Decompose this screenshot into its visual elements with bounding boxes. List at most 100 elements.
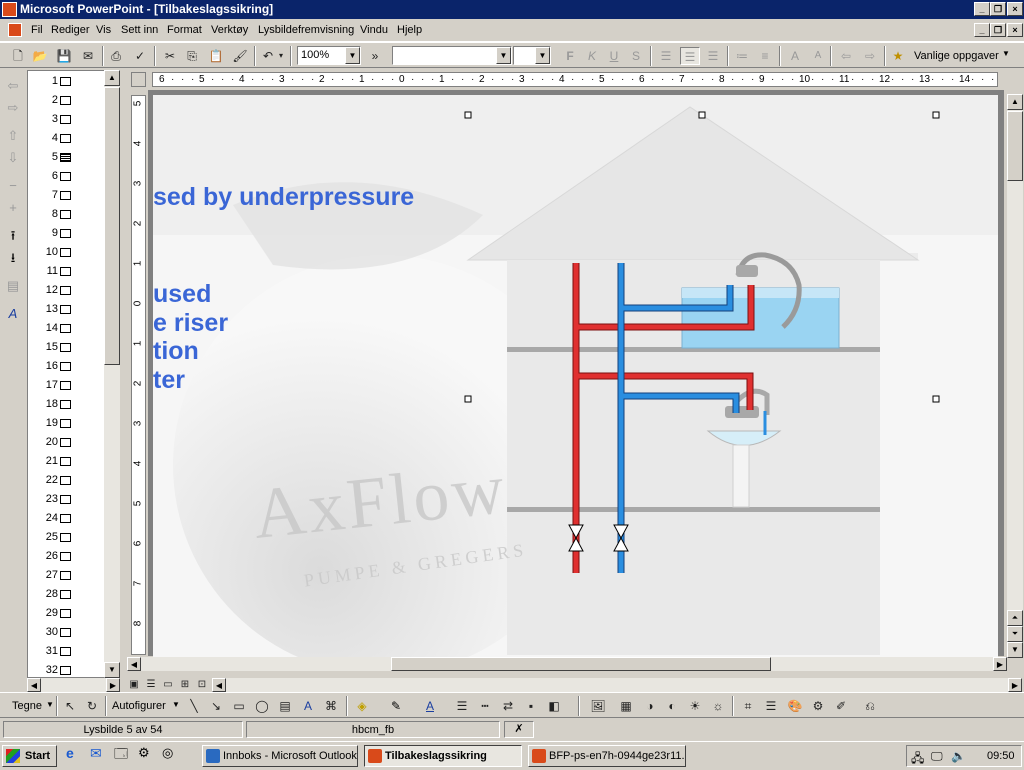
font-name-dropdown-icon[interactable]: ▼ (496, 47, 511, 64)
outline-slide-row[interactable]: 11 (28, 263, 108, 282)
menu-window[interactable]: Vindu (360, 24, 388, 36)
slide-scroll-thumb[interactable] (1007, 111, 1023, 181)
promote-icon[interactable]: ⇦ (3, 76, 23, 96)
slide-view-icon[interactable]: ▭ (160, 678, 176, 692)
slide-icon[interactable] (60, 647, 71, 656)
arrow-icon[interactable]: ↘ (206, 697, 226, 715)
move-up-icon[interactable]: ⇧ (3, 126, 23, 146)
horizontal-ruler[interactable]: 6 · · · 5 · · · 4 · · · 3 · · · 2 · · · 1 · · · 0 · · · 1 · · · 2 · · · 3 · · ·… (152, 72, 998, 87)
outlook-quicklaunch-icon[interactable]: ✉ (90, 745, 110, 767)
move-down-icon[interactable]: ⇩ (3, 148, 23, 168)
outline-slide-row[interactable]: 32 (28, 662, 108, 677)
autoshapes-menu[interactable]: Autofigurer (112, 700, 166, 712)
arrow-style-icon[interactable]: ⇄ (498, 697, 518, 715)
picture-line-style-icon[interactable]: ☰ (761, 697, 781, 715)
outline-slide-row[interactable]: 30 (28, 624, 108, 643)
dash-style-icon[interactable]: ┅ (475, 697, 495, 715)
decrease-font-icon[interactable]: A (808, 47, 828, 65)
format-picture-icon[interactable]: ⚙ (808, 697, 828, 715)
scroll-down-icon[interactable]: ▼ (104, 662, 120, 678)
new-icon[interactable]: 🗋 (8, 47, 28, 65)
slide-icon[interactable] (60, 229, 71, 238)
slide-scroll-up-icon[interactable]: ▲ (1007, 94, 1023, 110)
slide-icon[interactable] (60, 134, 71, 143)
tray-monitor-icon[interactable]: 🖵 (931, 749, 943, 764)
wordart-icon[interactable]: A (298, 697, 318, 715)
font-size-combo[interactable]: ▼ (513, 46, 551, 65)
bold-icon[interactable]: F (560, 47, 580, 65)
outline-slide-row[interactable]: 7 (28, 187, 108, 206)
slide-icon[interactable] (60, 248, 71, 257)
outline-slide-row[interactable]: 17 (28, 377, 108, 396)
bullets-icon[interactable]: ≡ (755, 47, 775, 65)
insert-picture-icon[interactable]: 🖼 (588, 697, 608, 715)
align-center-icon[interactable]: ☰ (680, 47, 700, 65)
save-icon[interactable]: 💾 (54, 47, 74, 65)
slide-icon[interactable] (60, 191, 71, 200)
outline-slide-row[interactable]: 16 (28, 358, 108, 377)
outline-slide-row[interactable]: 23 (28, 491, 108, 510)
slide-heading[interactable]: sed by underpressure (153, 183, 414, 212)
spelling-icon[interactable]: ✓ (130, 47, 150, 65)
scroll-right-icon[interactable]: ▶ (106, 678, 120, 692)
font-name-combo[interactable]: ▼ (392, 46, 512, 65)
slide-icon[interactable] (60, 609, 71, 618)
slide-icon[interactable] (60, 457, 71, 466)
email-icon[interactable]: ✉ (78, 47, 98, 65)
next-slide-icon[interactable]: ⏷ (1007, 626, 1023, 642)
slide-icon[interactable] (60, 533, 71, 542)
ie-quicklaunch-icon[interactable]: e (66, 745, 86, 767)
recolor-icon[interactable]: 🎨 (785, 697, 805, 715)
outline-scroll-thumb[interactable] (104, 87, 120, 365)
tray-volume-icon[interactable]: 🔈 (951, 749, 966, 763)
slide-line-3[interactable]: tion (153, 337, 199, 366)
align-right-icon[interactable]: ☰ (703, 47, 723, 65)
scroll-up-icon[interactable]: ▲ (104, 70, 120, 86)
slide-icon[interactable] (60, 666, 71, 675)
slide-hscrollbar[interactable]: ◀ ▶ (127, 657, 1007, 671)
oval-icon[interactable]: ◯ (252, 697, 272, 715)
slide-icon[interactable] (60, 514, 71, 523)
clip-art-icon[interactable]: ⌘ (321, 697, 341, 715)
outline-slide-row[interactable]: 14 (28, 320, 108, 339)
outline-slide-row[interactable]: 25 (28, 529, 108, 548)
doc-restore-button[interactable]: ❐ (990, 23, 1006, 37)
outline-slide-row[interactable]: 29 (28, 605, 108, 624)
slide-scroll-left-icon[interactable]: ◀ (127, 657, 141, 671)
slide-icon[interactable] (60, 343, 71, 352)
slide-icon[interactable] (60, 115, 71, 124)
channels-quicklaunch-icon[interactable]: ⚙ (138, 745, 158, 767)
outline-slide-row[interactable]: 26 (28, 548, 108, 567)
taskbar-powerpoint-button[interactable]: Tilbakeslagssikring (364, 745, 522, 767)
select-objects-icon[interactable]: ↖ (60, 697, 80, 715)
outline-slide-row[interactable]: 22 (28, 472, 108, 491)
menu-help[interactable]: Hjelp (397, 24, 422, 36)
image-control-icon[interactable]: ▦ (616, 697, 636, 715)
outline-view-icon[interactable]: ☰ (143, 678, 159, 692)
quicklaunch-extra-icon[interactable]: ◎ (162, 745, 182, 767)
slide-icon[interactable] (60, 419, 71, 428)
collapse-icon[interactable]: − (3, 176, 23, 196)
less-contrast-icon[interactable]: ◐ (662, 697, 682, 715)
line-style-icon[interactable]: ☰ (452, 697, 472, 715)
line-color-icon[interactable]: ✎ (386, 697, 406, 715)
slide-icon[interactable] (60, 552, 71, 561)
outline-slide-row[interactable]: 9 (28, 225, 108, 244)
slide-canvas[interactable]: AxFlow PUMPE & GREGERS sed by underpress… (153, 95, 998, 657)
collapse-all-icon[interactable]: ⭱ (3, 226, 23, 246)
font-color-icon[interactable]: A (420, 697, 440, 715)
notes-scroll-left-icon[interactable]: ◀ (212, 678, 226, 692)
common-tasks-icon[interactable]: ★ (888, 47, 908, 65)
promote-icon[interactable]: ⇦ (836, 47, 856, 65)
slide-icon[interactable] (60, 476, 71, 485)
common-tasks-label[interactable]: Vanlige oppgaver (914, 50, 999, 62)
normal-view-icon[interactable]: ▣ (126, 678, 142, 692)
outline-slide-row[interactable]: 27 (28, 567, 108, 586)
menu-slideshow[interactable]: Lysbildefremvisning (258, 24, 354, 36)
slide-icon[interactable] (60, 77, 71, 86)
scroll-left-icon[interactable]: ◀ (27, 678, 41, 692)
outline-slide-row[interactable]: 6 (28, 168, 108, 187)
format-painter-icon[interactable]: 🖌 (230, 47, 250, 65)
free-rotate-icon[interactable]: ↻ (82, 697, 102, 715)
more-brightness-icon[interactable]: ☀ (685, 697, 705, 715)
